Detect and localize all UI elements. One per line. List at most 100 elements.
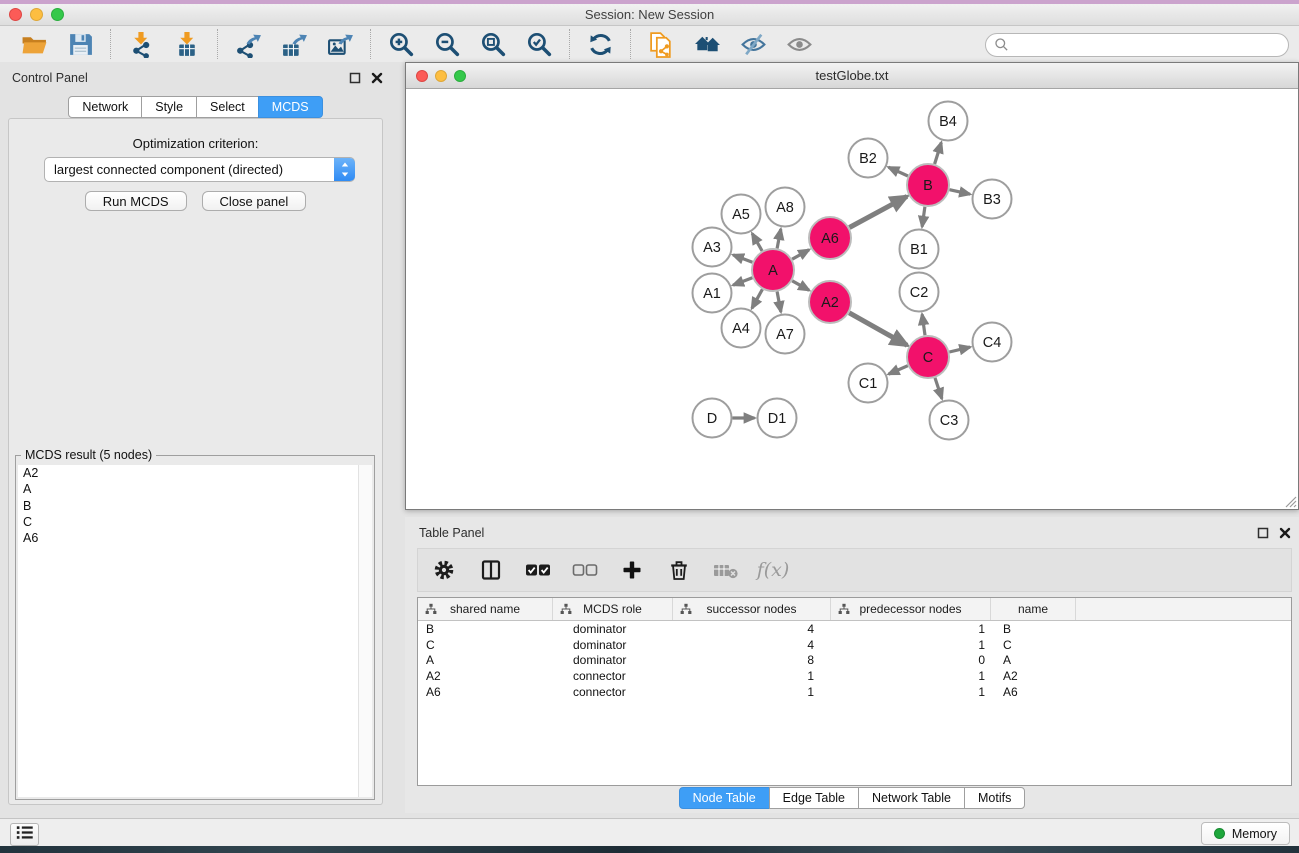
table-row[interactable]: Bdominator41B: [418, 621, 1291, 637]
graph-node-B[interactable]: B: [907, 164, 949, 206]
export-network-icon[interactable]: [233, 29, 263, 59]
show-panels-list-button[interactable]: [10, 823, 39, 846]
export-image-icon[interactable]: [325, 29, 355, 59]
column-layout-icon[interactable]: [478, 557, 504, 583]
zoom-in-icon[interactable]: [386, 29, 416, 59]
graph-edge-C-C2[interactable]: [922, 314, 925, 335]
table-row[interactable]: A2connector11A2: [418, 668, 1291, 684]
graph-edge-C-C3[interactable]: [935, 378, 942, 399]
graph-node-A4[interactable]: A4: [722, 309, 761, 348]
graph-node-A5[interactable]: A5: [722, 195, 761, 234]
column-header-predecessor-nodes[interactable]: predecessor nodes: [831, 598, 991, 620]
table-cell[interactable]: B: [991, 622, 1076, 636]
network-minimize-button[interactable]: [435, 70, 447, 82]
table-cell[interactable]: 4: [673, 622, 831, 636]
table-cell[interactable]: A2: [418, 669, 553, 683]
tab-motifs[interactable]: Motifs: [964, 787, 1025, 809]
graph-node-A7[interactable]: A7: [766, 315, 805, 354]
column-header-shared-name[interactable]: shared name: [418, 598, 553, 620]
graph-node-C3[interactable]: C3: [930, 401, 969, 440]
tab-edge-table[interactable]: Edge Table: [769, 787, 859, 809]
graph-edge-C-C4[interactable]: [949, 347, 970, 352]
graph-node-C1[interactable]: C1: [849, 364, 888, 403]
graph-node-A[interactable]: A: [752, 249, 794, 291]
table-row[interactable]: Cdominator41C: [418, 637, 1291, 653]
add-row-icon[interactable]: [619, 557, 645, 583]
graph-node-C2[interactable]: C2: [900, 273, 939, 312]
table-cell[interactable]: 8: [673, 653, 831, 667]
graph-edge-B-B3[interactable]: [950, 190, 971, 195]
search-input[interactable]: [985, 33, 1289, 57]
mcds-result-item[interactable]: C: [18, 514, 372, 530]
graph-node-B1[interactable]: B1: [900, 230, 939, 269]
select-all-icon[interactable]: [525, 557, 551, 583]
network-close-button[interactable]: [416, 70, 428, 82]
graph-edge-A-A5[interactable]: [752, 234, 762, 251]
settings-gear-icon[interactable]: [431, 557, 457, 583]
graph-node-A2[interactable]: A2: [809, 281, 851, 323]
float-panel-icon[interactable]: [348, 71, 361, 84]
close-panel-icon[interactable]: [370, 71, 383, 84]
run-mcds-button[interactable]: Run MCDS: [85, 191, 187, 211]
graph-edge-A-A3[interactable]: [733, 255, 752, 262]
eye-icon[interactable]: [784, 29, 814, 59]
table-cell[interactable]: 1: [673, 669, 831, 683]
table-cell[interactable]: A2: [991, 669, 1076, 683]
graph-node-A3[interactable]: A3: [693, 228, 732, 267]
close-panel-icon[interactable]: [1278, 526, 1291, 539]
resize-grip-icon[interactable]: [1283, 494, 1297, 508]
graph-edge-B-B2[interactable]: [889, 167, 908, 176]
column-header-successor-nodes[interactable]: successor nodes: [673, 598, 831, 620]
eye-slash-icon[interactable]: [738, 29, 768, 59]
table-cell[interactable]: A: [991, 653, 1076, 667]
graph-node-C4[interactable]: C4: [973, 323, 1012, 362]
table-cell[interactable]: A: [418, 653, 553, 667]
table-cell[interactable]: 1: [831, 685, 991, 699]
tab-mcds[interactable]: MCDS: [258, 96, 323, 118]
close-window-button[interactable]: [9, 8, 22, 21]
table-cell[interactable]: dominator: [553, 638, 673, 652]
table-cell[interactable]: A6: [991, 685, 1076, 699]
float-panel-icon[interactable]: [1256, 526, 1269, 539]
table-cell[interactable]: A6: [418, 685, 553, 699]
deselect-all-icon[interactable]: [572, 557, 598, 583]
table-cell[interactable]: C: [991, 638, 1076, 652]
table-cell[interactable]: 1: [831, 669, 991, 683]
tab-select[interactable]: Select: [196, 96, 259, 118]
graph-edge-A-A7[interactable]: [777, 292, 781, 312]
graph-edge-A-A4[interactable]: [752, 289, 763, 308]
tab-style[interactable]: Style: [141, 96, 197, 118]
graph-node-C[interactable]: C: [907, 336, 949, 378]
graph-edge-A6-B[interactable]: [849, 196, 907, 227]
table-row[interactable]: Adominator80A: [418, 653, 1291, 669]
tab-node-table[interactable]: Node Table: [679, 787, 770, 809]
table-cell[interactable]: 1: [673, 685, 831, 699]
column-header-name[interactable]: name: [991, 598, 1076, 620]
graph-node-D[interactable]: D: [693, 399, 732, 438]
graph-node-B4[interactable]: B4: [929, 102, 968, 141]
tab-network[interactable]: Network: [68, 96, 142, 118]
result-scrollbar[interactable]: [358, 465, 372, 797]
table-cell[interactable]: 4: [673, 638, 831, 652]
import-network-icon[interactable]: [126, 29, 156, 59]
network-window-titlebar[interactable]: testGlobe.txt: [406, 63, 1298, 89]
optimization-criterion-select[interactable]: largest connected component (directed): [44, 157, 355, 182]
save-session-icon[interactable]: [65, 29, 95, 59]
mcds-result-item[interactable]: A6: [18, 530, 372, 546]
mcds-result-item[interactable]: A2: [18, 465, 372, 481]
network-canvas[interactable]: B4B2BB3A8A5A6A3B1AC2A1A2A4A7C4CC1DD1C3: [406, 89, 1298, 509]
table-row[interactable]: A6connector11A6: [418, 684, 1291, 700]
zoom-fit-icon[interactable]: [478, 29, 508, 59]
graph-edge-A-A1[interactable]: [733, 278, 752, 285]
table-cell[interactable]: dominator: [553, 622, 673, 636]
network-document-icon[interactable]: [646, 29, 676, 59]
table-cell[interactable]: 0: [831, 653, 991, 667]
table-cell[interactable]: C: [418, 638, 553, 652]
mcds-result-item[interactable]: A: [18, 481, 372, 497]
mcds-result-item[interactable]: B: [18, 498, 372, 514]
tab-network-table[interactable]: Network Table: [858, 787, 965, 809]
table-cell[interactable]: 1: [831, 638, 991, 652]
graph-edge-B-B4[interactable]: [935, 143, 942, 165]
graph-node-A6[interactable]: A6: [809, 217, 851, 259]
table-cell[interactable]: connector: [553, 685, 673, 699]
